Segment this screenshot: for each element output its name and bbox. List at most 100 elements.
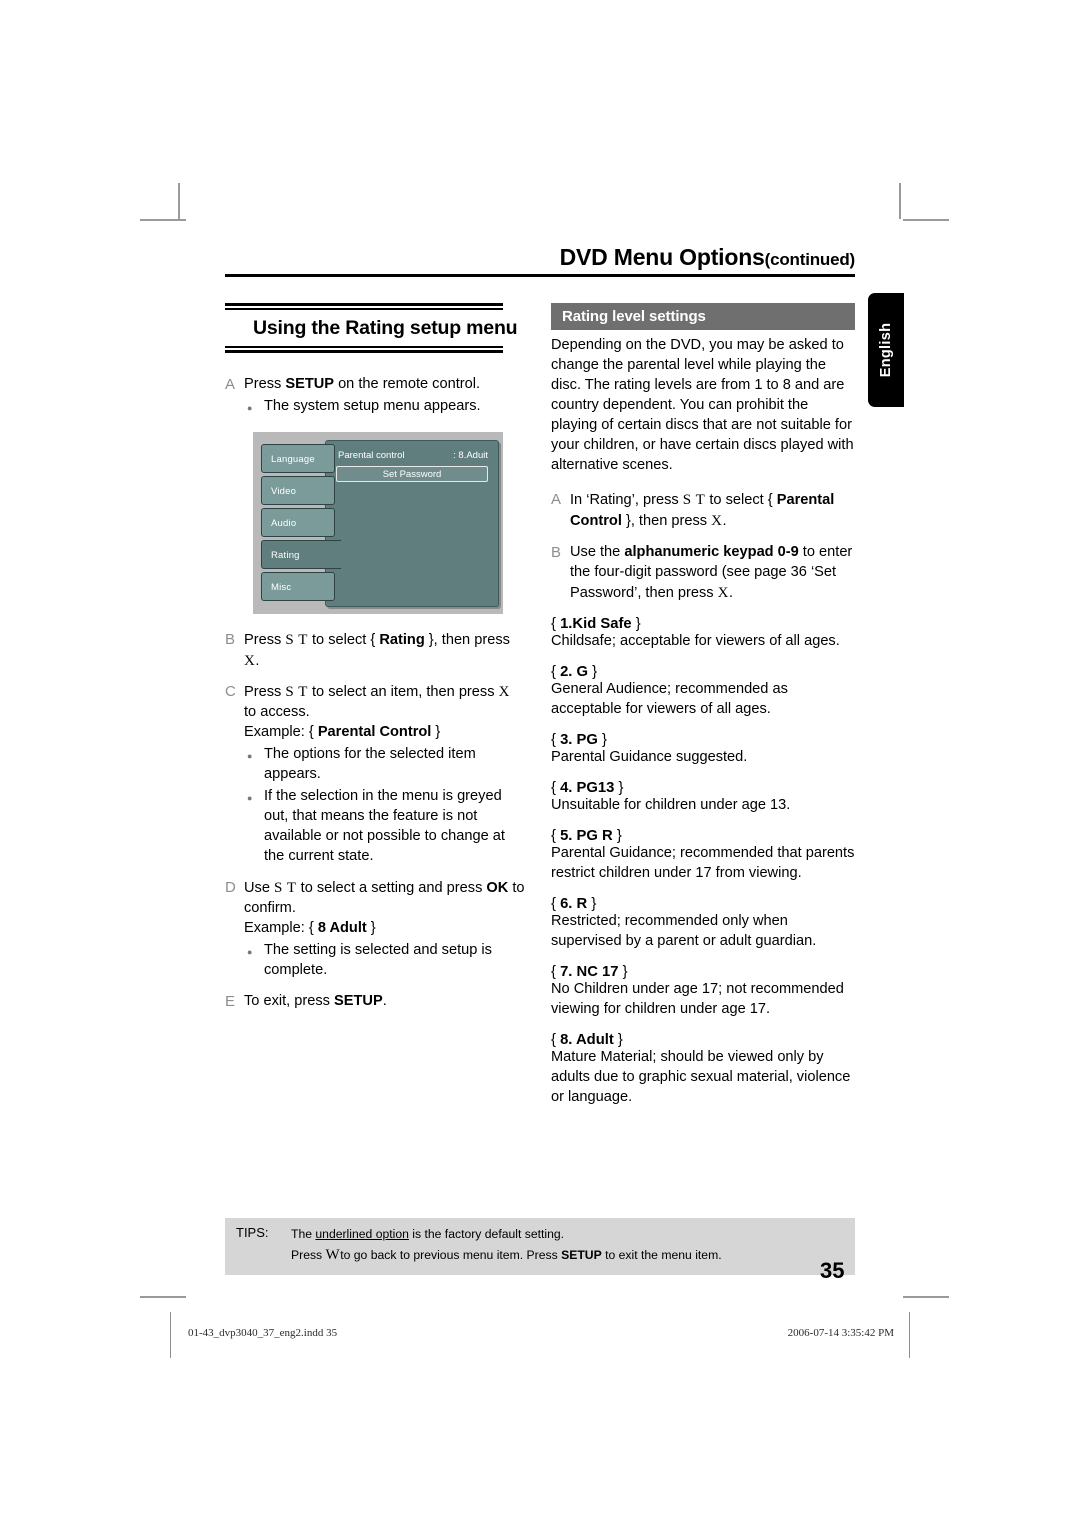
running-head: DVD Menu Options(continued) xyxy=(225,245,855,278)
rating-level-6: { 6. R } Restricted; recommended only wh… xyxy=(551,896,855,952)
crop-mark-bottom-right-horizontal xyxy=(903,1296,949,1298)
rating-level-7-term-text: 7. NC 17 xyxy=(560,963,619,980)
rating-level-8-term-text: 8. Adult xyxy=(560,1031,614,1048)
rating-level-7: { 7. NC 17 } No Children under age 17; n… xyxy=(551,964,855,1020)
rating-level-3-term-text: 3. PG xyxy=(560,731,598,748)
tv-menu-item-rating: Rating xyxy=(261,539,341,569)
rating-level-7-desc: No Children under age 17; not recommende… xyxy=(551,980,844,1017)
ok-key-icon: X xyxy=(711,513,723,530)
step-d-example-close: } xyxy=(366,920,376,937)
tv-menu-item-video: Video xyxy=(261,475,335,505)
step-c-bullet-2-text: If the selection in the menu is greyed o… xyxy=(264,788,505,865)
step-c: C Press S T to select an item, then pres… xyxy=(225,682,525,867)
down-arrow-key-icon: T xyxy=(298,631,308,648)
step-c-example-label: Example: { xyxy=(244,724,318,741)
step-c-bullet-1-text: The options for the selected item appear… xyxy=(264,746,476,783)
tv-content-panel: Parental control : 8.Aduit Set Password xyxy=(325,439,499,607)
print-footer-right-rule xyxy=(909,1312,910,1358)
rating-level-6-term: { 6. R } xyxy=(551,895,597,912)
print-footer: 01-43_dvp3040_37_eng2.indd 35 2006-07-14… xyxy=(170,1312,910,1358)
step-d-example-bold: 8 Adult xyxy=(317,920,367,937)
rating-level-8-desc: Mature Material; should be viewed only b… xyxy=(551,1048,851,1105)
step-e-text1: To exit, press xyxy=(244,993,335,1010)
rating-level-settings-heading: Rating level settings xyxy=(551,303,855,331)
tips-line-2-mid: to go back to previous menu item. Press xyxy=(340,1247,562,1262)
rating-step-b-letter: B xyxy=(551,544,562,561)
section-heading-block: Using the Rating setup menu xyxy=(225,303,525,354)
tips-box: TIPS: The underlined option is the facto… xyxy=(225,1218,855,1276)
step-c-letter: C xyxy=(225,683,236,701)
step-d-example-label: Example: { xyxy=(244,920,318,937)
step-a: A Press SETUP on the remote control. ● T… xyxy=(225,375,525,420)
step-c-bullet-2: ● If the selection in the menu is greyed… xyxy=(244,787,525,867)
tips-line-1-after: is the factory default setting. xyxy=(408,1227,565,1241)
rating-step-a-text2: to select { xyxy=(705,492,777,509)
step-d-body: Use S T to select a setting and press OK… xyxy=(244,878,525,981)
rating-level-5-desc: Parental Guidance; recommended that pare… xyxy=(551,844,855,881)
step-a-text-before: Press xyxy=(244,376,286,393)
step-d: D Use S T to select a setting and press … xyxy=(225,878,525,981)
rating-level-7-term: { 7. NC 17 } xyxy=(551,963,628,980)
crop-mark-top-left-vertical xyxy=(178,183,180,219)
section-heading-rule-top xyxy=(225,303,503,311)
left-column: Using the Rating setup menu A Press SETU… xyxy=(225,303,525,1024)
tv-parental-control-field: Parental control : 8.Aduit xyxy=(338,450,488,461)
right-column: Rating level settings Depending on the D… xyxy=(551,303,855,1108)
rating-step-a-text3: }, then press xyxy=(621,513,712,530)
tv-screen: Parental control : 8.Aduit Set Password … xyxy=(259,438,499,608)
bullet-dot-icon: ● xyxy=(247,793,253,804)
step-e-text2: . xyxy=(382,993,387,1010)
rating-step-b: B Use the alphanumeric keypad 0-9 to ent… xyxy=(551,543,855,604)
crop-mark-top-right-horizontal xyxy=(903,219,949,221)
rating-step-a-text4: . xyxy=(722,513,727,530)
tips-line-2: Press Wto go back to previous menu item.… xyxy=(291,1244,722,1267)
step-e-letter: E xyxy=(225,993,236,1011)
language-side-tab-label: English xyxy=(878,322,894,378)
rating-step-b-body: Use the alphanumeric keypad 0-9 to enter… xyxy=(570,543,855,604)
crop-mark-top-left-horizontal xyxy=(140,219,186,221)
print-footer-datetime: 2006-07-14 3:35:42 PM xyxy=(787,1327,894,1339)
up-arrow-key-icon: S xyxy=(285,631,295,648)
tv-menu-item-audio: Audio xyxy=(261,507,335,537)
step-d-example: Example: { 8 Adult } xyxy=(244,919,525,939)
rating-level-3-desc: Parental Guidance suggested. xyxy=(551,748,748,765)
step-b-text3: }, then press xyxy=(424,631,510,648)
up-arrow-key-icon: S xyxy=(285,684,295,701)
rating-level-6-desc: Restricted; recommended only when superv… xyxy=(551,912,817,949)
step-d-letter: D xyxy=(225,879,236,897)
rating-level-1-term: { 1.Kid Safe } xyxy=(551,615,641,632)
rating-level-1-desc: Childsafe; acceptable for viewers of all… xyxy=(551,632,840,649)
rating-level-2-term: { 2. G } xyxy=(551,663,598,680)
rating-step-a-text1: In ‘Rating’, press xyxy=(570,492,683,509)
rating-level-3-term: { 3. PG } xyxy=(551,731,607,748)
rating-level-2-term-text: 2. G xyxy=(560,663,589,680)
step-a-bold-setup: SETUP xyxy=(285,376,335,393)
rating-level-8-term: { 8. Adult } xyxy=(551,1031,623,1048)
step-c-bullet-1: ● The options for the selected item appe… xyxy=(244,745,525,785)
rating-level-5-term: { 5. PG R } xyxy=(551,827,622,844)
rating-step-a-letter: A xyxy=(551,491,562,509)
rating-level-3: { 3. PG } Parental Guidance suggested. xyxy=(551,732,855,768)
step-a-body: Press SETUP on the remote control. ● The… xyxy=(244,375,525,420)
step-d-text2: to select a setting and press xyxy=(296,880,487,897)
tips-label: TIPS: xyxy=(236,1225,269,1240)
tv-set-password-button: Set Password xyxy=(336,465,488,482)
rating-level-1-term-text: 1.Kid Safe xyxy=(560,615,632,632)
page-content: DVD Menu Options(continued) Using the Ra… xyxy=(225,245,855,1108)
page-number: 35 xyxy=(820,1258,845,1283)
step-d-bold-ok: OK xyxy=(486,880,509,897)
body-columns: Using the Rating setup menu A Press SETU… xyxy=(225,303,855,1108)
tv-sidebar-menu: Language Video Audio Rating Misc xyxy=(261,443,341,604)
step-d-bullet: ● The setting is selected and setup is c… xyxy=(244,941,525,981)
tips-line-2-before: Press xyxy=(291,1247,326,1262)
step-a-bullet-text: The system setup menu appears. xyxy=(264,398,481,415)
tips-line-1-underlined: underlined option xyxy=(315,1227,409,1241)
ok-key-icon: X xyxy=(498,684,510,701)
print-footer-left-rule xyxy=(170,1312,171,1358)
tv-parental-control-value: : 8.Aduit xyxy=(453,449,488,461)
step-c-example-close: } xyxy=(431,724,441,741)
tv-parental-control-label: Parental control xyxy=(338,449,405,461)
rating-step-b-bold-keypad: alphanumeric keypad 0-9 xyxy=(624,544,799,560)
down-arrow-key-icon: T xyxy=(695,492,706,509)
step-c-text3: to access. xyxy=(244,704,310,721)
